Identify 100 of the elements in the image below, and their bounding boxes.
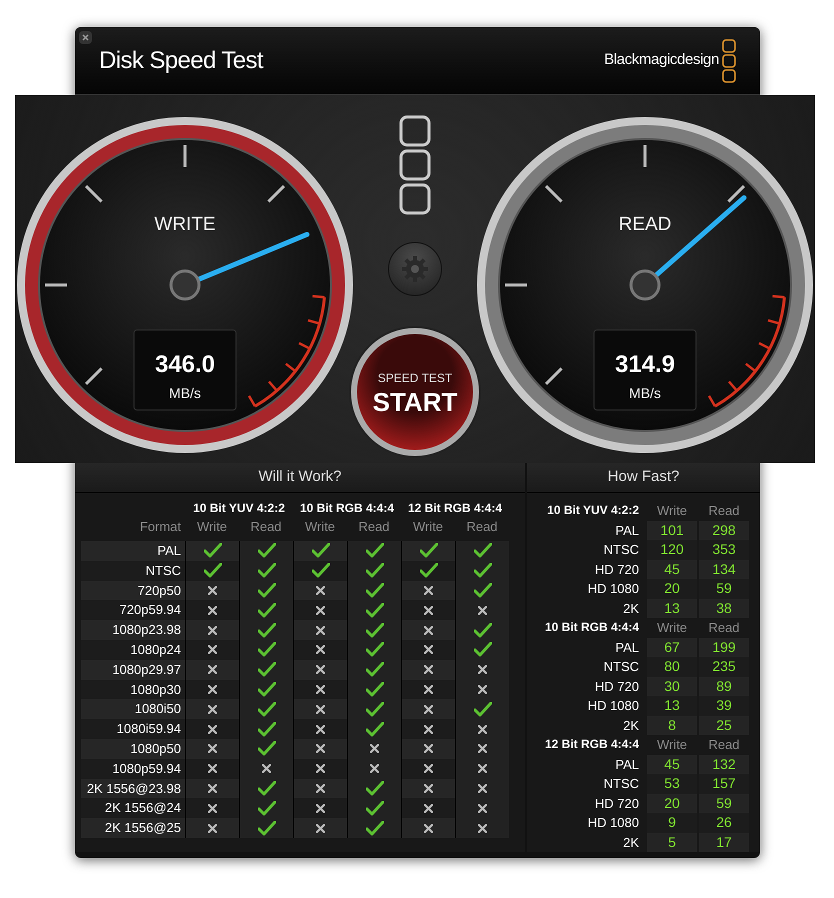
check-icon [474, 642, 492, 658]
cross-icon [316, 724, 325, 734]
speed-unit: MB/s [629, 385, 661, 401]
column-header: Read [465, 518, 499, 535]
panel-title: Will it Work? [75, 463, 525, 493]
check-icon [474, 582, 492, 598]
group-header: 10 Bit YUV 4:2:2 [192, 500, 286, 517]
cross-icon [208, 606, 217, 615]
format-label: 2K 1556@23.98 [81, 778, 185, 798]
group-header: 12 Bit RGB 4:4:4 [406, 500, 504, 517]
check-icon [420, 563, 438, 578]
speed-cell: 13 [647, 696, 697, 716]
cross-icon [424, 665, 433, 674]
cross-icon [208, 784, 217, 793]
cross-icon [316, 784, 325, 793]
cross-icon [424, 606, 433, 615]
check-icon [474, 622, 492, 638]
group-header: 10 Bit RGB 4:4:4 [298, 500, 396, 517]
speed-cell: 132 [699, 754, 749, 774]
cross-icon [424, 804, 433, 813]
speed-cell: 59 [699, 794, 749, 813]
check-icon [474, 702, 492, 717]
format-label: NTSC [602, 775, 640, 793]
format-label: 2K 1556@24 [81, 798, 185, 818]
format-label: HD 1080 [586, 814, 640, 832]
speed-cell: 235 [699, 657, 749, 676]
format-label: 2K [622, 600, 640, 618]
check-icon [258, 780, 276, 796]
cross-icon [316, 804, 325, 813]
settings-icon [400, 254, 430, 284]
column-header: Write [304, 518, 336, 535]
format-label: HD 720 [594, 560, 640, 578]
format-label: 2K [622, 716, 640, 734]
format-label: 1080p59.94 [81, 758, 185, 779]
cross-icon [424, 784, 433, 793]
format-label: NTSC [602, 658, 640, 676]
cross-icon [316, 586, 325, 595]
start-button[interactable]: SPEED TEST START [351, 328, 479, 456]
cross-icon [208, 804, 217, 813]
format-label: NTSC [602, 541, 640, 559]
check-icon [312, 563, 330, 578]
cross-icon [370, 764, 379, 774]
cross-icon [478, 724, 487, 734]
speed-unit: MB/s [169, 385, 201, 401]
speed-value: 314.9 [614, 351, 676, 378]
check-icon [258, 602, 276, 618]
check-icon [258, 543, 276, 558]
column-header: Format [138, 518, 182, 535]
check-icon [258, 642, 276, 658]
cross-icon [478, 824, 487, 833]
cross-icon [316, 744, 325, 754]
speed-cell: 157 [699, 774, 749, 794]
speed-cell: 8 [647, 716, 697, 735]
check-icon [312, 543, 330, 558]
cross-icon [316, 645, 325, 654]
speed-cell: 53 [647, 774, 697, 794]
cross-icon [478, 784, 487, 793]
check-icon [474, 543, 492, 558]
brand-squares-icon [722, 38, 736, 82]
speed-cell: 101 [647, 520, 697, 540]
speed-cell: 134 [699, 560, 749, 579]
cross-icon [424, 704, 433, 714]
speed-cell: 89 [699, 676, 749, 696]
column-header: Write [412, 518, 444, 535]
check-icon [366, 702, 384, 717]
format-label: 1080i59.94 [81, 719, 185, 739]
format-label: 1080p50 [81, 738, 185, 759]
column-header: Write [196, 518, 228, 535]
check-icon [258, 582, 276, 598]
cross-icon [424, 744, 433, 754]
cross-icon [316, 704, 325, 714]
speed-value: 346.0 [154, 351, 216, 378]
cross-icon [208, 704, 217, 714]
section-header: 12 Bit RGB 4:4:4 [544, 736, 640, 753]
speed-cell: 25 [699, 716, 749, 735]
speed-cell: 13 [647, 598, 697, 618]
cross-icon [424, 724, 433, 734]
check-icon [366, 642, 384, 658]
section-header: 10 Bit YUV 4:2:2 [546, 502, 640, 519]
cross-icon [316, 824, 325, 833]
cross-icon [208, 645, 217, 654]
cross-icon [424, 586, 433, 595]
cross-icon [316, 764, 325, 774]
cross-icon [208, 764, 217, 774]
section-header: 10 Bit RGB 4:4:4 [544, 619, 640, 636]
close-button[interactable] [79, 31, 92, 44]
column-header: Read [707, 619, 741, 637]
format-label: 1080i50 [81, 699, 185, 720]
check-icon [258, 622, 276, 638]
check-icon [366, 582, 384, 598]
speed-cell: 59 [699, 579, 749, 598]
format-label: 1080p30 [81, 680, 185, 700]
column-header: Read [357, 518, 391, 535]
check-icon [474, 563, 492, 578]
check-icon [366, 800, 384, 816]
speed-cell: 120 [647, 540, 697, 560]
check-icon [366, 543, 384, 558]
cross-icon [316, 684, 325, 694]
format-label: 720p59.94 [81, 600, 185, 620]
cross-icon [208, 586, 217, 595]
